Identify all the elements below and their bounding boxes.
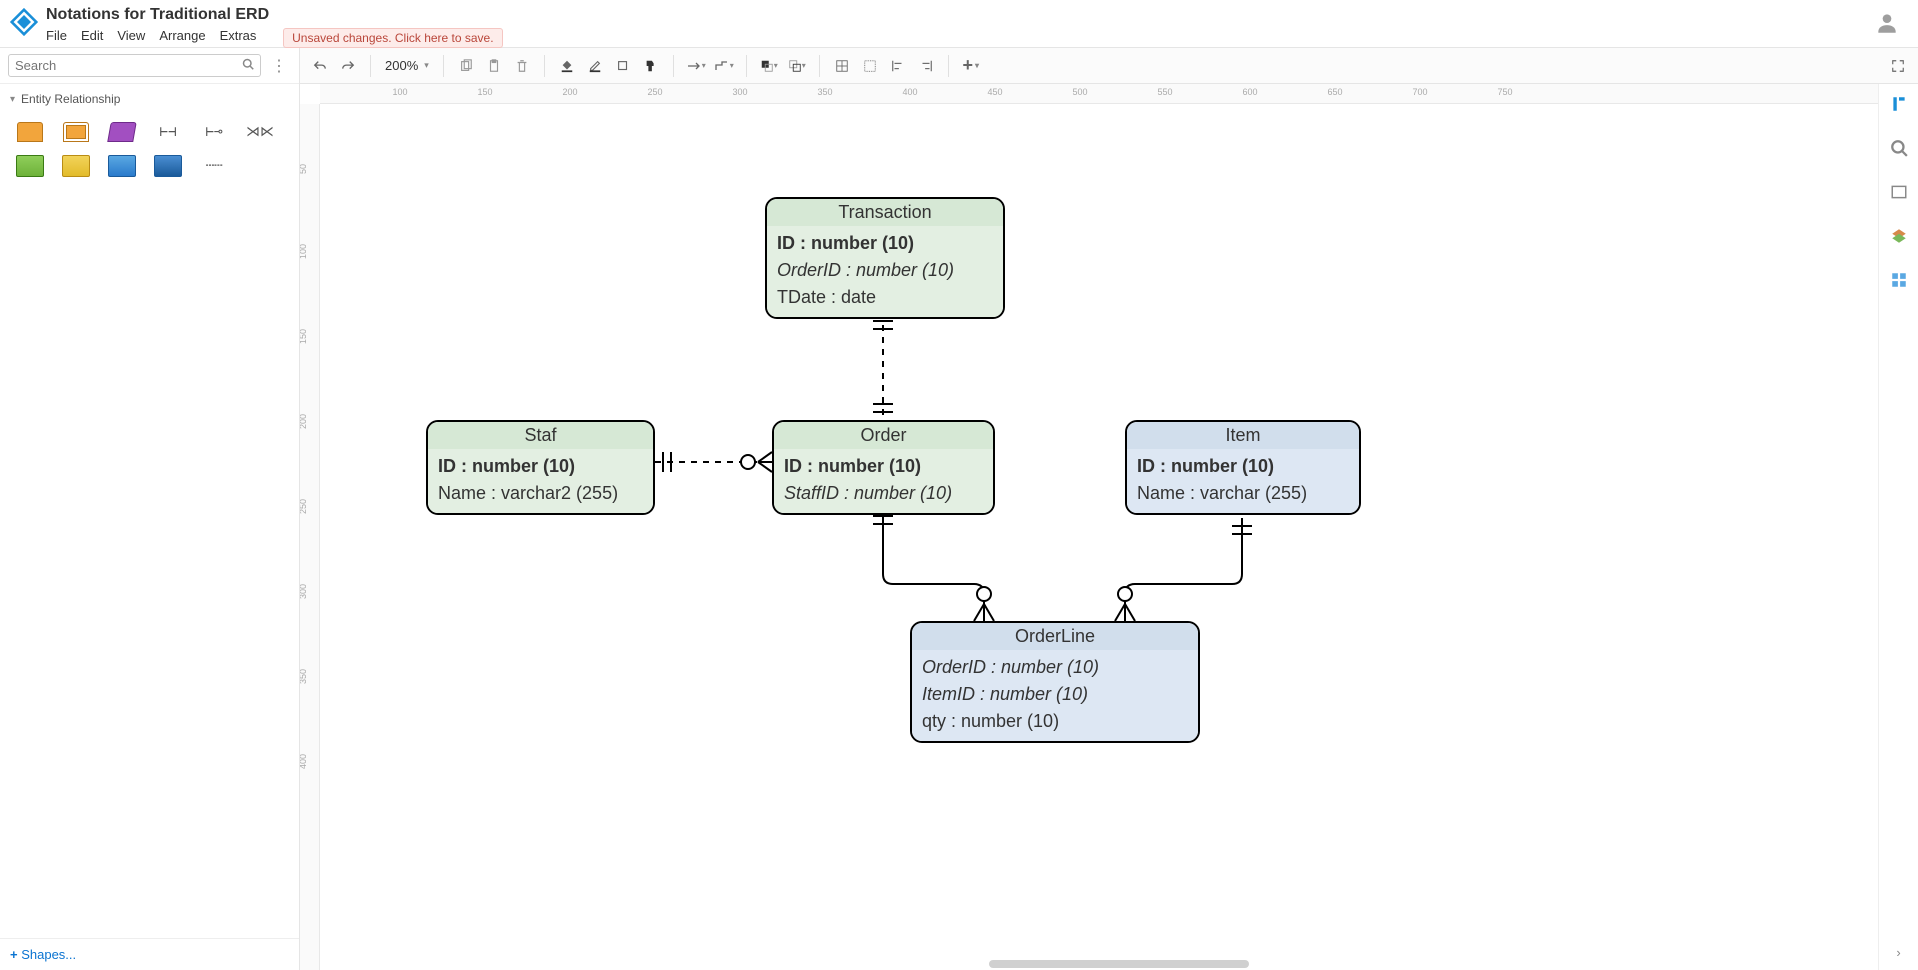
shadow-button[interactable]: [611, 54, 635, 78]
entity-title: Item: [1127, 422, 1359, 449]
entity-title: Transaction: [767, 199, 1003, 226]
main-area: 200% ▾ ▾ ▾ ▾: [300, 48, 1918, 970]
fullscreen-button[interactable]: [1886, 54, 1910, 78]
align-right-button[interactable]: [914, 54, 938, 78]
line-color-button[interactable]: [583, 54, 607, 78]
copy-button[interactable]: [454, 54, 478, 78]
entity-row: Name : varchar (255): [1137, 480, 1349, 507]
ruler-vertical: 50 100 150 200 250 300 350 400: [300, 104, 320, 970]
collapse-rail-icon[interactable]: ›: [1896, 945, 1900, 960]
shape-search[interactable]: [8, 54, 261, 77]
outline-panel-icon[interactable]: [1889, 182, 1909, 202]
ruler-horizontal: 100 150 200 250 300 350 400 450 500 550 …: [320, 84, 1918, 104]
paste-button[interactable]: [482, 54, 506, 78]
shape-search-input[interactable]: [15, 58, 242, 73]
menu-edit[interactable]: Edit: [81, 28, 103, 43]
entity-row: StaffID : number (10): [784, 480, 983, 507]
entity-row: OrderID : number (10): [922, 654, 1188, 681]
horizontal-scrollbar[interactable]: [989, 960, 1249, 968]
diagram-canvas[interactable]: Transaction ID : number (10) OrderID : n…: [320, 104, 1918, 970]
shape-table-dblue[interactable]: [148, 152, 188, 180]
entity-row: OrderID : number (10): [777, 257, 993, 284]
toolbar: 200% ▾ ▾ ▾ ▾: [300, 48, 1918, 84]
entity-row: ItemID : number (10): [922, 681, 1188, 708]
tags-panel-icon[interactable]: [1889, 270, 1909, 290]
entity-row: qty : number (10): [922, 708, 1188, 735]
shape-connector-1[interactable]: ⊢⊣: [148, 118, 188, 146]
canvas-wrapper: 100 150 200 250 300 350 400 450 500 550 …: [300, 84, 1918, 970]
shape-weak-entity-folder[interactable]: [56, 118, 96, 146]
undo-button[interactable]: [308, 54, 332, 78]
search-panel-icon[interactable]: [1889, 138, 1909, 158]
palette-section-title: Entity Relationship: [21, 92, 120, 106]
user-account-icon[interactable]: [1874, 10, 1900, 39]
connection-style-button[interactable]: ▾: [684, 54, 708, 78]
to-back-button[interactable]: ▾: [785, 54, 809, 78]
menu-bar: File Edit View Arrange Extras: [46, 28, 269, 43]
app-logo-icon: [10, 8, 38, 36]
palette-section-header[interactable]: Entity Relationship: [0, 84, 299, 114]
shape-connector-line[interactable]: ┄┄: [194, 152, 234, 180]
more-shapes-button[interactable]: Shapes...: [0, 938, 299, 970]
menu-view[interactable]: View: [117, 28, 145, 43]
entity-title: Order: [774, 422, 993, 449]
search-icon: [242, 58, 254, 73]
menu-extras[interactable]: Extras: [220, 28, 257, 43]
to-front-button[interactable]: ▾: [757, 54, 781, 78]
menu-arrange[interactable]: Arrange: [159, 28, 205, 43]
diagram-connectors: [320, 104, 1918, 970]
document-title[interactable]: Notations for Traditional ERD: [46, 6, 269, 24]
unsaved-notice[interactable]: Unsaved changes. Click here to save.: [283, 28, 502, 48]
waypoint-style-button[interactable]: ▾: [712, 54, 736, 78]
entity-orderline[interactable]: OrderLine OrderID : number (10) ItemID :…: [910, 621, 1200, 743]
format-painter-button[interactable]: [639, 54, 663, 78]
redo-button[interactable]: [336, 54, 360, 78]
format-panel-icon[interactable]: [1889, 94, 1909, 114]
menu-file[interactable]: File: [46, 28, 67, 43]
shape-connector-3[interactable]: ⋊⋉: [240, 118, 280, 146]
fill-color-button[interactable]: [555, 54, 579, 78]
grid-button[interactable]: [858, 54, 882, 78]
entity-row: ID : number (10): [438, 453, 643, 480]
shape-table-blue[interactable]: [102, 152, 142, 180]
entity-row: ID : number (10): [777, 230, 993, 257]
align-left-button[interactable]: [886, 54, 910, 78]
insert-button[interactable]: +▾: [959, 54, 983, 78]
right-rail: ›: [1878, 84, 1918, 970]
entity-title: OrderLine: [912, 623, 1198, 650]
shape-table-green[interactable]: [10, 152, 50, 180]
entity-staf[interactable]: Staf ID : number (10) Name : varchar2 (2…: [426, 420, 655, 515]
entity-transaction[interactable]: Transaction ID : number (10) OrderID : n…: [765, 197, 1005, 319]
shape-relationship[interactable]: [102, 118, 142, 146]
entity-title: Staf: [428, 422, 653, 449]
layers-panel-icon[interactable]: [1889, 226, 1909, 246]
shape-connector-2[interactable]: ⊢⊸: [194, 118, 234, 146]
entity-row: ID : number (10): [784, 453, 983, 480]
entity-order[interactable]: Order ID : number (10) StaffID : number …: [772, 420, 995, 515]
sidebar-more-icon[interactable]: ⋮: [267, 56, 291, 76]
snap-button[interactable]: [830, 54, 854, 78]
entity-item[interactable]: Item ID : number (10) Name : varchar (25…: [1125, 420, 1361, 515]
zoom-dropdown[interactable]: 200%: [381, 58, 433, 73]
entity-row: Name : varchar2 (255): [438, 480, 643, 507]
delete-button[interactable]: [510, 54, 534, 78]
entity-row: TDate : date: [777, 284, 993, 311]
entity-row: ID : number (10): [1137, 453, 1349, 480]
shape-table-yellow[interactable]: [56, 152, 96, 180]
shape-entity-folder[interactable]: [10, 118, 50, 146]
shapes-palette: ⊢⊣ ⊢⊸ ⋊⋉ ┄┄: [0, 114, 299, 190]
shapes-sidebar: ⋮ Entity Relationship ⊢⊣ ⊢⊸ ⋊⋉ ┄┄ Shapes…: [0, 48, 300, 970]
topbar: Notations for Traditional ERD File Edit …: [0, 0, 1918, 48]
